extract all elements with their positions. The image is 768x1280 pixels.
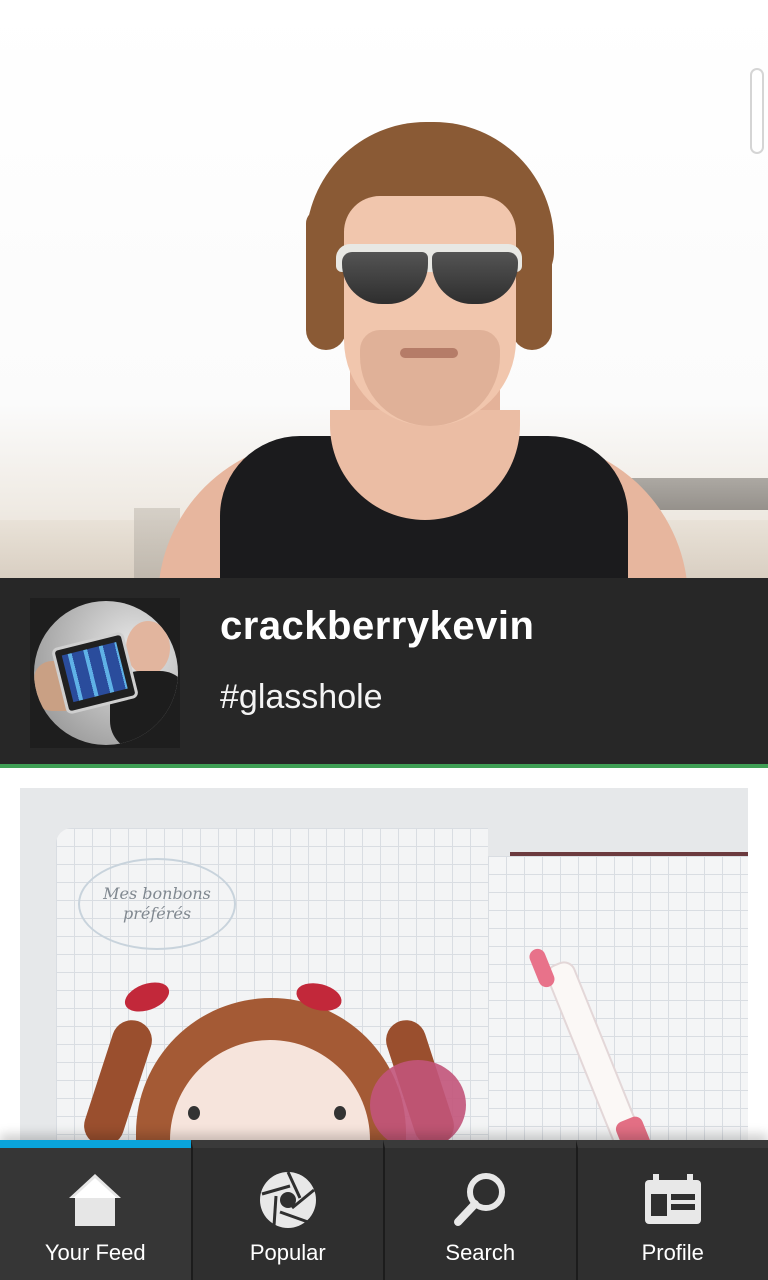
mouth <box>400 348 458 358</box>
person-figure <box>0 0 768 578</box>
tab-profile-label: Profile <box>641 1240 704 1265</box>
drawing-eye-left <box>188 1106 200 1120</box>
caption-accent-line <box>0 764 768 768</box>
hair-left <box>306 210 346 350</box>
tab-popular[interactable]: Popular <box>190 1140 383 1280</box>
drawing-flower <box>370 1060 466 1148</box>
tab-search[interactable]: Search <box>383 1140 576 1280</box>
tab-your-feed[interactable]: Your Feed <box>0 1140 191 1280</box>
calendar-card-icon <box>644 1174 701 1224</box>
post-photo[interactable] <box>0 0 768 578</box>
post-caption: #glasshole <box>220 678 383 716</box>
phone-screen <box>61 641 128 703</box>
photo-stamp-text: Mes bonbons préférés <box>78 858 236 950</box>
home-icon <box>69 1174 122 1226</box>
tab-search-label: Search <box>445 1240 516 1265</box>
avatar[interactable] <box>34 601 178 745</box>
tab-your-feed-label: Your Feed <box>44 1240 146 1265</box>
drawing-eye-right <box>334 1106 346 1120</box>
post-photo-2[interactable]: Mes bonbons préférés <box>20 788 748 1148</box>
avatar-face <box>126 621 170 675</box>
scrollbar[interactable] <box>750 68 764 154</box>
post-username[interactable]: crackberrykevin <box>220 604 740 656</box>
bottom-navigation: Your Feed Popular Search Profile <box>0 1140 768 1280</box>
search-icon <box>454 1173 506 1226</box>
tab-profile[interactable]: Profile <box>575 1140 768 1280</box>
aperture-icon <box>259 1171 316 1228</box>
hair-right <box>512 210 552 350</box>
tab-popular-label: Popular <box>249 1240 326 1265</box>
